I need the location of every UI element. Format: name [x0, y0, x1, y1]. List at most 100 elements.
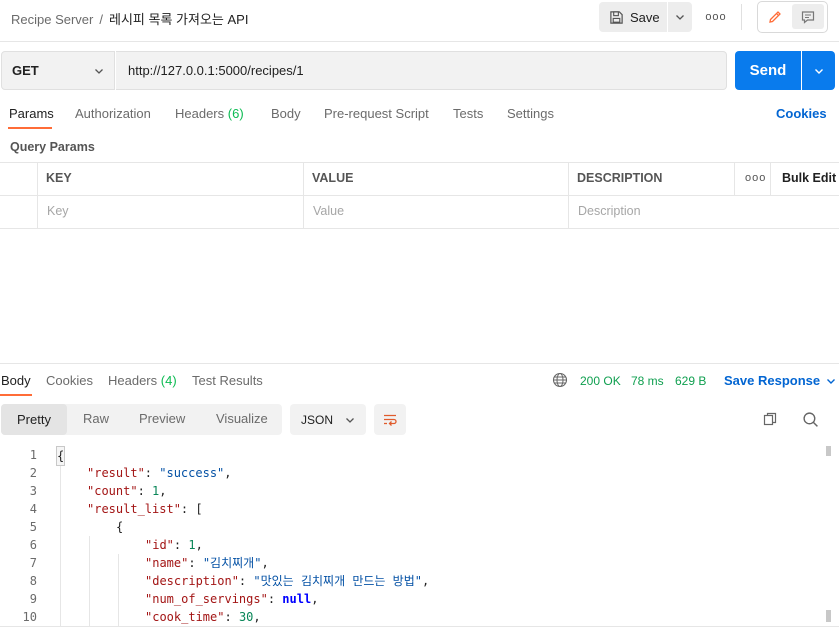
code-line: 8 "description": "맛있는 김치찌개 만드는 방법", — [0, 572, 820, 590]
line-number: 8 — [29, 574, 37, 588]
breadcrumb-separator: / — [99, 12, 103, 27]
table-more-button[interactable]: ooo — [745, 172, 766, 184]
line-number: 6 — [29, 538, 37, 552]
code-line: 5{ — [0, 518, 820, 536]
tab-label: Body — [1, 373, 31, 388]
response-size[interactable]: 629 B — [675, 374, 706, 388]
tab-params[interactable]: Params — [9, 106, 54, 121]
copy-icon[interactable] — [762, 411, 778, 427]
view-raw-button[interactable]: Raw — [83, 411, 109, 426]
scrollbar-thumb[interactable] — [826, 610, 831, 622]
send-button[interactable]: Send — [735, 51, 801, 90]
tab-authorization[interactable]: Authorization — [75, 106, 151, 121]
more-actions-button[interactable]: ooo — [703, 8, 729, 26]
tab-count: (4) — [160, 373, 177, 388]
column-divider — [568, 162, 569, 228]
view-label: Pretty — [17, 412, 51, 427]
tab-pre-request-script[interactable]: Pre-request Script — [324, 106, 429, 121]
request-name[interactable]: 레시피 목록 가져오는 API — [109, 12, 248, 27]
table-header-border — [0, 195, 839, 196]
chevron-down-icon — [676, 15, 684, 20]
view-pretty-button[interactable]: Pretty — [1, 404, 67, 435]
view-preview-button[interactable]: Preview — [139, 411, 185, 426]
bulk-edit-button[interactable]: Bulk Edit — [782, 171, 836, 185]
line-number: 10 — [22, 610, 37, 624]
code-text: "num_of_servings": null, — [145, 592, 319, 606]
cookies-link[interactable]: Cookies — [776, 106, 827, 121]
code-text: "result": "success", — [87, 466, 232, 480]
method-select[interactable]: GET — [1, 51, 115, 90]
column-divider — [303, 162, 304, 228]
tab-response-cookies[interactable]: Cookies — [46, 373, 93, 388]
save-icon — [610, 10, 623, 24]
header-divider-line — [0, 41, 839, 42]
code-line: 7 "name": "김치찌개", — [0, 554, 820, 572]
code-line: 2 "result": "success", — [0, 464, 820, 482]
param-description-input[interactable]: Description — [578, 204, 641, 218]
code-text: "cook_time": 30, — [145, 610, 261, 624]
column-header-key: KEY — [46, 171, 72, 185]
column-divider — [734, 162, 735, 195]
documentation-mode-button[interactable] — [792, 4, 824, 29]
format-select[interactable]: JSON — [290, 404, 366, 435]
tab-label: Test Results — [192, 373, 263, 388]
line-number: 3 — [29, 484, 37, 498]
code-text: { — [56, 446, 66, 466]
column-header-value: VALUE — [312, 171, 354, 185]
wrap-lines-button[interactable] — [374, 404, 406, 435]
view-visualize-button[interactable]: Visualize — [216, 411, 268, 426]
tab-tests[interactable]: Tests — [453, 106, 483, 121]
scrollbar-thumb[interactable] — [826, 446, 831, 456]
globe-icon[interactable] — [552, 372, 568, 388]
chevron-down-icon — [827, 378, 836, 384]
save-label: Save — [630, 9, 660, 25]
tab-label: Headers — [108, 373, 158, 388]
active-response-tab-indicator — [0, 394, 32, 396]
response-body-editor[interactable]: 1{ 2 "result": "success", 3 "count": 1, 4 "… — [0, 446, 839, 626]
table-top-border — [0, 162, 839, 163]
code-text: { — [116, 520, 124, 534]
query-params-title: Query Params — [10, 140, 95, 154]
tab-response-headers[interactable]: Headers (4) — [108, 373, 177, 388]
save-response-button[interactable]: Save Response — [724, 373, 836, 388]
column-header-description: DESCRIPTION — [577, 171, 663, 185]
format-label: JSON — [301, 412, 334, 427]
tab-test-results[interactable]: Test Results — [192, 373, 263, 388]
tab-label: Cookies — [46, 373, 93, 388]
save-options-button[interactable] — [668, 2, 692, 32]
line-number: 4 — [29, 502, 37, 516]
edit-mode-button[interactable] — [760, 4, 790, 29]
column-divider — [770, 162, 771, 195]
code-line: 9 "num_of_servings": null, — [0, 590, 820, 608]
tab-label: Headers — [175, 106, 225, 121]
response-status[interactable]: 200 OK — [580, 374, 621, 388]
response-time[interactable]: 78 ms — [631, 374, 664, 388]
tab-body[interactable]: Body — [271, 106, 301, 121]
tab-headers[interactable]: Headers (6) — [175, 106, 244, 121]
tab-label: Authorization — [75, 106, 151, 121]
param-key-input[interactable]: Key — [47, 204, 69, 218]
tab-label: Body — [271, 106, 301, 121]
comment-icon — [801, 10, 815, 24]
header-divider — [741, 4, 742, 30]
response-divider — [0, 363, 839, 364]
line-number: 1 — [29, 448, 37, 462]
send-options-button[interactable] — [802, 51, 835, 90]
active-tab-indicator — [8, 127, 52, 129]
more-icon: ooo — [705, 11, 727, 23]
save-button[interactable]: Save — [599, 2, 667, 32]
footer-divider — [0, 626, 839, 627]
breadcrumb-collection[interactable]: Recipe Server — [11, 12, 93, 27]
url-text: http://127.0.0.1:5000/recipes/1 — [128, 63, 304, 78]
line-number: 2 — [29, 466, 37, 480]
tab-settings[interactable]: Settings — [507, 106, 554, 121]
method-label: GET — [12, 63, 39, 78]
chevron-down-icon — [95, 68, 103, 74]
tab-response-body[interactable]: Body — [1, 373, 31, 388]
breadcrumb: Recipe Server / 레시피 목록 가져오는 API — [11, 9, 248, 28]
send-label: Send — [749, 62, 787, 79]
code-text: "name": "김치찌개", — [145, 556, 269, 570]
search-icon[interactable] — [802, 411, 819, 428]
url-input[interactable]: http://127.0.0.1:5000/recipes/1 — [116, 51, 727, 90]
param-value-input[interactable]: Value — [313, 204, 344, 218]
